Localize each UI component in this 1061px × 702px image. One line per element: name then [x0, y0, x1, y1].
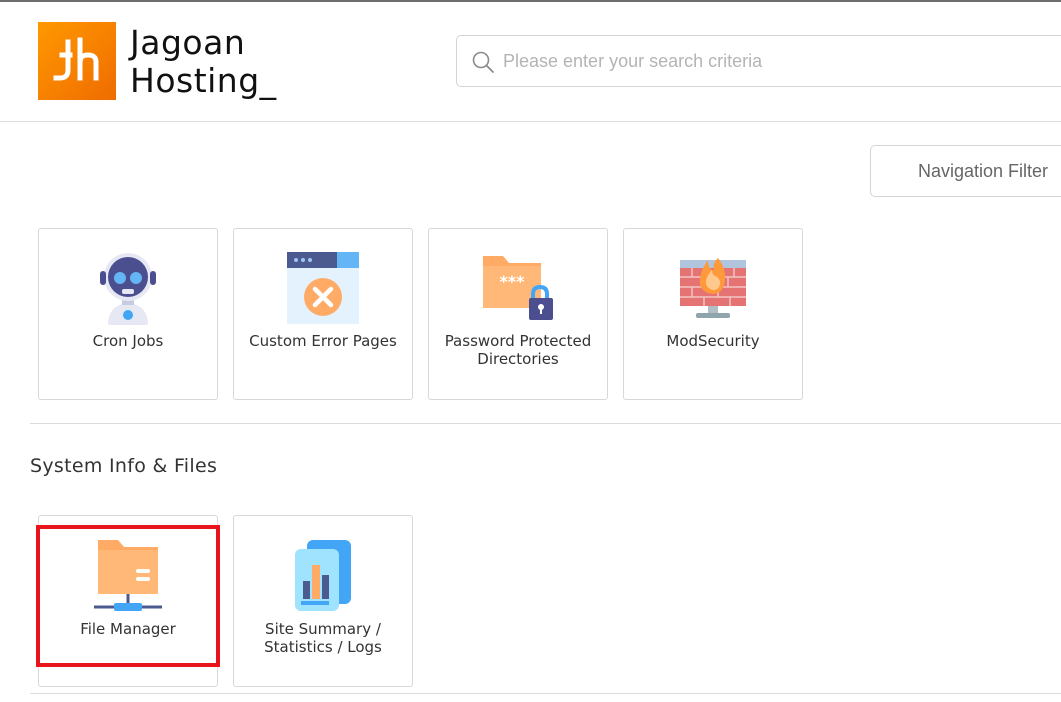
svg-text:***: ***	[499, 272, 525, 291]
section-title: System Info & Files	[30, 455, 218, 477]
search-box[interactable]	[456, 35, 1061, 87]
header: Jagoan Hosting_	[0, 2, 1061, 122]
highlight-box	[36, 525, 220, 667]
tool-cron-jobs[interactable]: Cron Jobs	[38, 228, 218, 400]
tool-modsecurity[interactable]: ModSecurity	[623, 228, 803, 400]
search-icon	[472, 51, 494, 73]
statistics-icon	[295, 540, 351, 611]
tool-label: ModSecurity	[666, 332, 760, 350]
tool-label: Site Summary / Statistics / Logs	[264, 620, 382, 656]
tool-label: Custom Error Pages	[249, 332, 397, 350]
firewall-icon	[680, 258, 746, 318]
tool-site-summary[interactable]: Site Summary / Statistics / Logs	[233, 515, 413, 687]
brand-logo[interactable]: Jagoan Hosting_	[38, 22, 277, 100]
navigation-filter-label: Navigation Filter	[918, 161, 1049, 181]
tool-password-protected-directories[interactable]: *** Password Protected Directories	[428, 228, 608, 400]
brand-line-1: Jagoan	[130, 23, 246, 62]
error-page-icon	[287, 252, 359, 324]
search-input[interactable]	[503, 46, 1061, 76]
tool-label: Cron Jobs	[92, 332, 164, 350]
jh-logo-icon	[38, 22, 116, 100]
brand-line-2: Hosting_	[130, 61, 277, 100]
section-divider	[30, 693, 1061, 694]
robot-icon	[100, 253, 156, 325]
brand-name: Jagoan Hosting_	[130, 24, 277, 100]
locked-folder-icon: ***	[483, 256, 553, 320]
tool-custom-error-pages[interactable]: Custom Error Pages	[233, 228, 413, 400]
navigation-filter[interactable]: Navigation Filter	[870, 145, 1061, 197]
tool-label: Password Protected Directories	[444, 332, 592, 368]
section-divider	[30, 423, 1061, 424]
